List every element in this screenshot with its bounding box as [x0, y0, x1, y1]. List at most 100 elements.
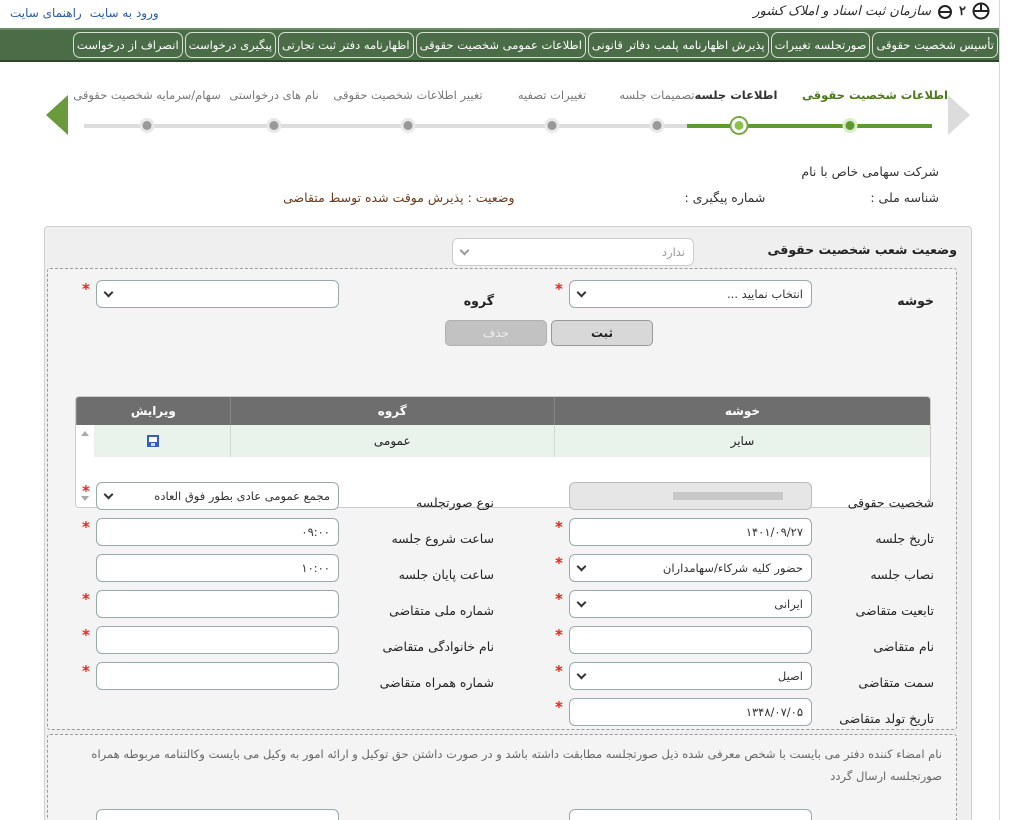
step-dot-5[interactable]: [400, 118, 416, 133]
required-mark: *: [82, 626, 90, 644]
top-bar: ۲ سازمان ثبت اسناد و املاک کشور راهنمای …: [0, 0, 999, 28]
step-label-names[interactable]: نام های درخواستی: [229, 88, 318, 102]
start-time-input[interactable]: ۰۹:۰۰: [96, 518, 339, 546]
minutes-type-value: مجمع عمومی عادی بطور فوق العاده: [154, 489, 330, 503]
cluster-select[interactable]: انتخاب نمایید ...: [569, 280, 812, 308]
end-time-input[interactable]: ۱۰:۰۰: [96, 554, 339, 582]
meeting-date-input[interactable]: ۱۴۰۱/۰۹/۲۷: [569, 518, 812, 546]
applicant-mobile-input[interactable]: [96, 662, 339, 690]
chevron-down-icon: [576, 597, 587, 608]
signer-note: نام امضاء کننده دفتر می بایست با شخص معر…: [91, 747, 942, 783]
header-links: راهنمای سایت ورود به سایت: [10, 6, 159, 20]
chevron-down-icon: [103, 287, 114, 298]
delete-button[interactable]: حذف: [445, 320, 547, 346]
legal-entity-label: شخصیت حقوقی: [847, 495, 934, 510]
tab-cancel-request[interactable]: انصراف از درخواست: [72, 32, 183, 58]
scale-icon: [938, 5, 953, 19]
col-header-cluster: خوشه: [553, 397, 930, 425]
tab-trade-register[interactable]: اظهارنامه دفتر ثبت تجارتی: [278, 32, 414, 58]
step-label-shares[interactable]: سهام/سرمایه شخصیت حقوقی: [73, 88, 221, 102]
end-time-label: ساعت پایان جلسه: [398, 567, 494, 582]
step-label-entity-info[interactable]: اطلاعات شخصیت حقوقی: [802, 88, 948, 102]
chevron-down-icon: [459, 245, 470, 256]
step-label-decisions[interactable]: تصمیمات جلسه: [619, 88, 694, 102]
prev-step-arrow[interactable]: [46, 95, 68, 135]
next-step-arrow[interactable]: [948, 95, 970, 135]
branch-status-value: ندارد: [661, 245, 685, 259]
status-text: وضعیت : پذیرش موقت شده توسط متقاضی: [283, 190, 515, 205]
required-mark: *: [555, 590, 563, 608]
step-dot-3[interactable]: [649, 118, 665, 133]
step-label-liquidation[interactable]: تغییرات تصفیه: [518, 88, 586, 102]
applicant-name-input[interactable]: [569, 626, 812, 654]
chevron-down-icon: [576, 561, 587, 572]
meeting-date-value: ۱۴۰۱/۰۹/۲۷: [745, 525, 803, 539]
step-dot-2[interactable]: [731, 118, 747, 133]
branch-status-label: وضعیت شعب شخصیت حقوقی: [767, 242, 957, 257]
required-mark: *: [555, 518, 563, 536]
applicant-mobile-label: شماره همراه متقاضی: [379, 675, 494, 690]
step-dot-6[interactable]: [266, 118, 282, 133]
login-link[interactable]: ورود به سایت: [90, 6, 159, 20]
edit-icon[interactable]: [146, 434, 160, 448]
progress-line: [84, 124, 932, 128]
col-header-group: گروه: [229, 397, 554, 425]
company-meta-line: شناسه ملی : شماره پیگیری : وضعیت : پذیرش…: [283, 190, 939, 205]
nationality-select[interactable]: ایرانی: [569, 590, 812, 618]
chevron-down-icon: [103, 489, 114, 500]
cell-cluster: سایر: [553, 425, 930, 457]
step-label-change-info[interactable]: تغییر اطلاعات شخصیت حقوقی: [333, 88, 482, 102]
step-dot-1[interactable]: [842, 118, 858, 133]
org-name: سازمان ثبت اسناد و املاک کشور: [753, 3, 932, 19]
cell-edit: [76, 425, 230, 457]
tab-general-info[interactable]: اطلاعات عمومی شخصیت حقوقی: [415, 32, 586, 58]
step-dot-4[interactable]: [544, 118, 560, 133]
group-select[interactable]: [96, 280, 339, 308]
tab-establish[interactable]: تأسیس شخصیت حقوقی: [872, 32, 998, 58]
company-name-value: [667, 165, 798, 180]
applicant-nid-input[interactable]: [96, 590, 339, 618]
required-mark: *: [82, 590, 90, 608]
required-mark: *: [82, 518, 90, 536]
applicant-role-label: سمت متقاضی: [858, 675, 934, 690]
tab-change-minutes[interactable]: صورتجلسه تغییرات: [770, 32, 871, 58]
minutes-type-label: نوع صورتجلسه: [415, 495, 494, 510]
step-label-meeting-info[interactable]: اطلاعات جلسه: [695, 88, 778, 102]
tracking-label: شماره پیگیری :: [684, 190, 766, 205]
start-time-value: ۰۹:۰۰: [301, 525, 330, 539]
required-mark: *: [555, 280, 563, 298]
tab-track-request[interactable]: پیگیری درخواست: [184, 32, 277, 58]
details-box: خوشه انتخاب نمایید ... * گروه * ثبت حذف …: [47, 268, 957, 730]
cluster-label: خوشه: [897, 293, 934, 308]
required-mark: *: [555, 662, 563, 680]
signer-field-left[interactable]: [96, 809, 339, 820]
end-time-value: ۱۰:۰۰: [301, 561, 330, 575]
cluster-select-value: انتخاب نمایید ...: [727, 287, 803, 301]
signer-field-right[interactable]: [569, 809, 812, 820]
applicant-family-input[interactable]: [96, 626, 339, 654]
site-logo: ۲ سازمان ثبت اسناد و املاک کشور: [753, 2, 990, 20]
quorum-label: نصاب جلسه: [870, 567, 934, 582]
group-label: گروه: [463, 293, 494, 308]
applicant-name-label: نام متقاضی: [873, 639, 934, 654]
required-mark: *: [82, 482, 90, 500]
company-line: شرکت سهامی خاص با نام: [667, 164, 939, 180]
tracking-value: [544, 190, 675, 205]
legal-entity-field: [569, 482, 812, 510]
wizard-steps: اطلاعات شخصیت حقوقی اطلاعات جلسه تصمیمات…: [44, 75, 972, 145]
quorum-select[interactable]: حضور کلیه شرکاء/سهامداران: [569, 554, 812, 582]
main-nav: تأسیس شخصیت حقوقی صورتجلسه تغییرات پذیرش…: [0, 28, 999, 62]
scroll-up-icon[interactable]: [81, 431, 89, 436]
applicant-role-select[interactable]: اصیل: [569, 662, 812, 690]
minutes-type-select[interactable]: مجمع عمومی عادی بطور فوق العاده: [96, 482, 339, 510]
branch-status-select[interactable]: ندارد: [452, 238, 694, 266]
tab-seal-books[interactable]: پذیرش اظهارنامه پلمب دفاتر قانونی: [587, 32, 769, 58]
step-dot-7[interactable]: [139, 118, 155, 133]
applicant-role-value: اصیل: [777, 669, 803, 683]
birth-date-input[interactable]: ۱۳۴۸/۰۷/۰۵: [569, 698, 812, 726]
save-button[interactable]: ثبت: [551, 320, 653, 346]
applicant-nid-label: شماره ملی متقاضی: [389, 603, 494, 618]
site-guide-link[interactable]: راهنمای سایت: [10, 6, 82, 20]
chevron-down-icon: [576, 287, 587, 298]
legal-entity-value: [673, 492, 783, 500]
